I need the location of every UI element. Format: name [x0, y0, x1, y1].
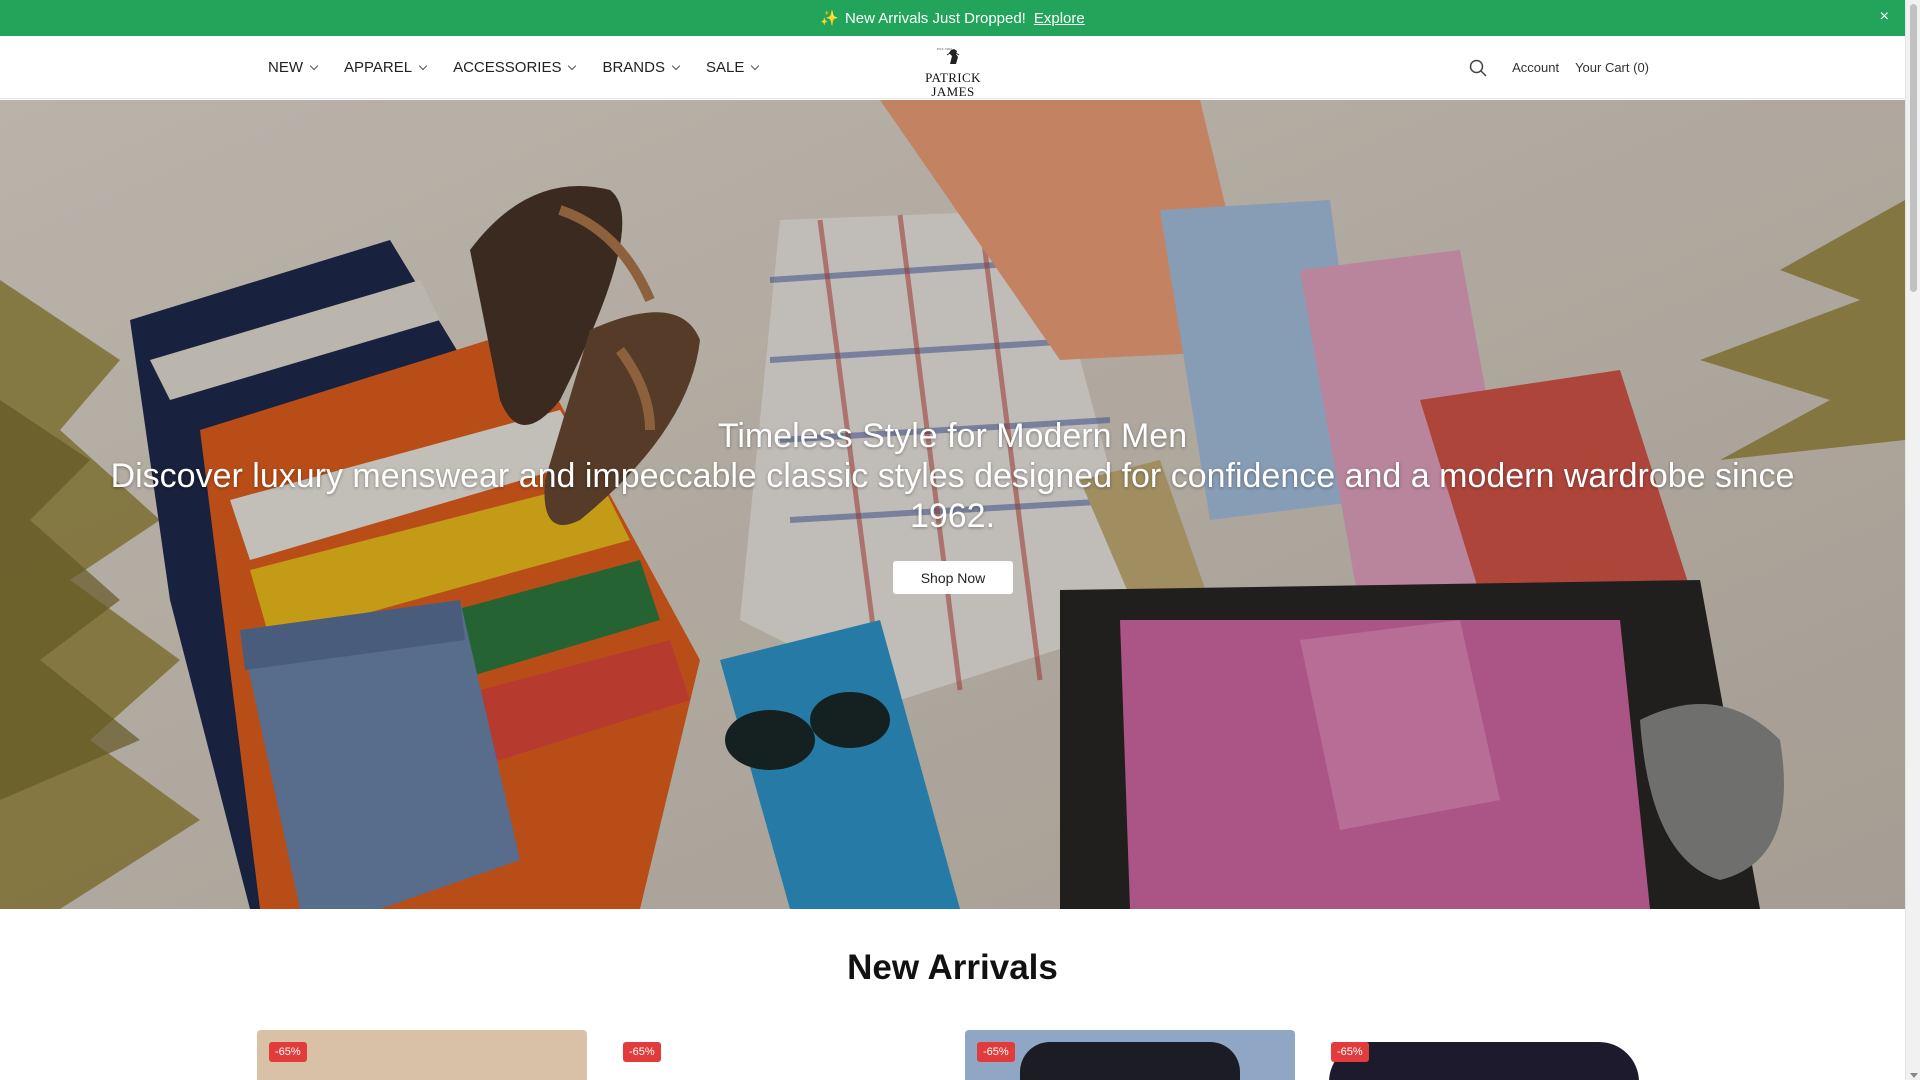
- nav-item-accessories[interactable]: ACCESSORIES: [453, 59, 577, 76]
- sparkles-icon: ✨: [820, 10, 839, 27]
- product-grid: -65% -65% -65% -65%: [257, 1030, 1649, 1080]
- nav-item-label: SALE: [705, 59, 745, 76]
- hero-banner: Timeless Style for Modern Men Discover l…: [0, 100, 1905, 909]
- site-header: NEW APPAREL ACCESSORIES BRANDS SALE EST.…: [0, 36, 1905, 104]
- chevron-down-icon: [671, 61, 681, 70]
- main-nav: NEW APPAREL ACCESSORIES BRANDS SALE: [268, 36, 760, 99]
- product-image: [1329, 1042, 1639, 1080]
- product-card[interactable]: -65%: [965, 1030, 1295, 1080]
- cart-link[interactable]: Your Cart (0): [1575, 60, 1649, 75]
- chevron-down-icon: [751, 61, 760, 70]
- announcement-bar: ✨ New Arrivals Just Dropped! Explore ×: [0, 0, 1905, 36]
- product-image: [1020, 1042, 1240, 1080]
- nav-item-label: ACCESSORIES: [453, 59, 562, 76]
- logo-name: PATRICK JAMES: [925, 70, 981, 99]
- hero-title: Timeless Style for Modern Men: [717, 417, 1188, 455]
- nav-item-label: APPAREL: [344, 59, 413, 76]
- account-link[interactable]: Account: [1512, 60, 1559, 75]
- chevron-down-icon: [418, 61, 428, 70]
- explore-link[interactable]: Explore: [1034, 10, 1085, 27]
- site-logo[interactable]: EST. 1962 PATRICK JAMES WEST COAST CLASS…: [905, 44, 1001, 104]
- nav-item-new[interactable]: NEW: [268, 59, 319, 76]
- logo-est-text: EST. 1962: [937, 47, 952, 51]
- nav-item-label: NEW: [268, 59, 303, 76]
- search-icon[interactable]: [1468, 58, 1488, 78]
- product-card[interactable]: -65%: [1319, 1030, 1649, 1080]
- scroll-down-arrow-icon[interactable]: [1910, 1073, 1918, 1078]
- product-card[interactable]: -65%: [257, 1030, 587, 1080]
- chevron-down-icon: [309, 61, 319, 70]
- header-utilities: Account Your Cart (0): [1468, 36, 1649, 99]
- close-icon[interactable]: ×: [1880, 9, 1889, 25]
- lion-crest-icon: EST. 1962: [937, 47, 960, 64]
- discount-badge: -65%: [623, 1042, 661, 1062]
- nav-item-brands[interactable]: BRANDS: [602, 59, 681, 76]
- discount-badge: -65%: [977, 1042, 1015, 1062]
- shop-now-button[interactable]: Shop Now: [893, 561, 1013, 594]
- scrollbar-thumb[interactable]: [1910, 4, 1917, 292]
- page-scrollbar[interactable]: [1905, 0, 1920, 1080]
- nav-item-label: BRANDS: [602, 59, 665, 76]
- discount-badge: -65%: [1331, 1042, 1369, 1062]
- product-card[interactable]: -65%: [611, 1030, 941, 1080]
- new-arrivals-title: New Arrivals: [847, 948, 1058, 987]
- discount-badge: -65%: [269, 1042, 307, 1062]
- nav-item-sale[interactable]: SALE: [705, 59, 760, 76]
- hero-text: Timeless Style for Modern Men Discover l…: [100, 416, 1805, 536]
- announcement-text: New Arrivals Just Dropped!: [844, 9, 1026, 27]
- hero-subtitle: Discover luxury menswear and impeccable …: [110, 457, 1795, 535]
- nav-item-apparel[interactable]: APPAREL: [344, 59, 428, 76]
- chevron-down-icon: [568, 61, 577, 70]
